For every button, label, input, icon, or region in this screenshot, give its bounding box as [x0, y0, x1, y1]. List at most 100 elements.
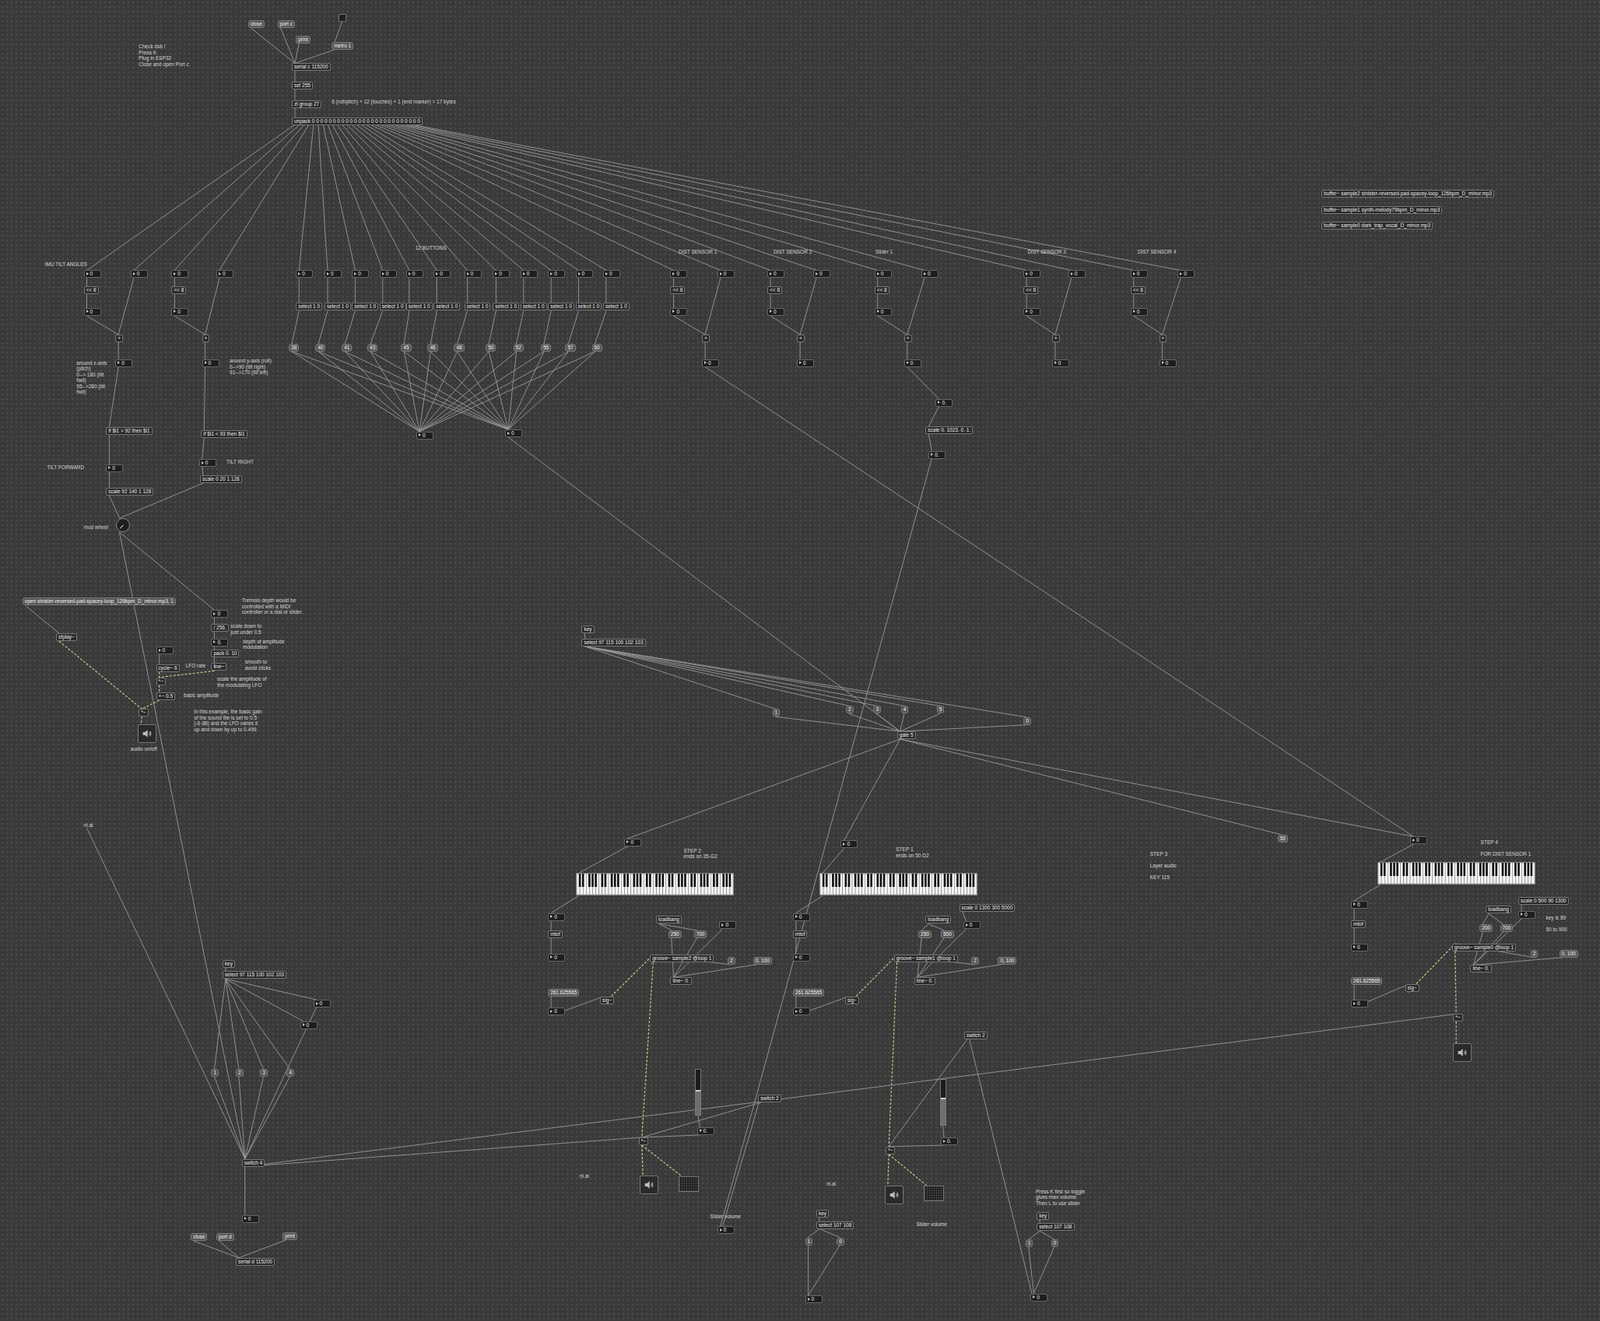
piano-keyboard[interactable] [575, 873, 734, 896]
number-box[interactable]: 0 [295, 270, 313, 278]
message-box[interactable]: close [190, 1233, 208, 1242]
message-box[interactable]: 0 [836, 1238, 845, 1246]
number-box[interactable]: 0 [115, 359, 133, 368]
number-box[interactable]: 0 [433, 270, 451, 278]
message-box[interactable]: 261.625565 [1350, 977, 1383, 986]
number-box[interactable]: 0 [84, 270, 102, 278]
message-box[interactable]: 50 [485, 343, 496, 352]
piano-keys-icon[interactable] [576, 873, 734, 895]
message-box[interactable]: 250 [918, 930, 932, 939]
message-box[interactable]: 52 [513, 343, 524, 352]
number-box[interactable]: 0 [624, 838, 642, 847]
number-box[interactable]: 0 [1130, 308, 1148, 316]
message-box[interactable]: 3 [259, 1069, 268, 1078]
number-box[interactable]: 0 [603, 270, 621, 278]
number-box[interactable]: 0 [1159, 359, 1177, 368]
number-box[interactable]: 0 [921, 270, 939, 278]
number-box[interactable]: 0 [1177, 270, 1195, 278]
number-box[interactable]: 0 [840, 840, 858, 849]
message-box[interactable]: 1 [1025, 1239, 1034, 1248]
number-box[interactable]: 0 [130, 270, 148, 278]
message-box[interactable]: 4 [286, 1069, 295, 1078]
number-box[interactable]: 0 [670, 308, 688, 316]
message-box[interactable]: 250 [668, 930, 682, 939]
message-box[interactable]: 2 [1530, 950, 1539, 958]
number-box[interactable]: 0 [300, 1021, 318, 1030]
message-box[interactable]: 5 [936, 705, 945, 714]
message-box[interactable]: 50 [1277, 835, 1288, 843]
number-box[interactable]: 0 [670, 270, 688, 278]
number-box[interactable]: 0 [156, 646, 174, 655]
number-box[interactable]: 0 [1052, 359, 1070, 368]
number-box[interactable]: 0 [1518, 911, 1536, 920]
number-box[interactable]: 0 [406, 270, 424, 278]
message-box[interactable]: 2 [235, 1069, 244, 1078]
message-box[interactable]: 55 [540, 343, 551, 352]
number-box[interactable]: 0 [105, 464, 123, 473]
number-box[interactable]: 0 [805, 1295, 823, 1304]
piano-keys-icon[interactable] [1378, 863, 1535, 885]
number-box[interactable]: 0 [767, 270, 785, 278]
ezdac-button[interactable] [137, 724, 157, 744]
message-box[interactable]: 700 [694, 930, 708, 939]
number-box[interactable]: 0 [242, 1215, 260, 1224]
ezdac-button[interactable] [1452, 1043, 1472, 1063]
message-box[interactable]: 2 [727, 957, 736, 965]
message-box[interactable]: 0 [1051, 1239, 1060, 1248]
number-box[interactable]: 0 [575, 270, 593, 278]
message-box[interactable]: 40 [315, 343, 326, 352]
message-box[interactable]: 57 [564, 343, 576, 352]
number-box[interactable]: 0 [963, 921, 981, 930]
number-box[interactable]: 0 [416, 431, 434, 440]
number-box[interactable]: 0 [1068, 270, 1086, 278]
message-box[interactable]: 4 [901, 705, 909, 714]
number-box[interactable]: 0 [1350, 943, 1369, 952]
message-box[interactable]: port c [277, 20, 295, 29]
ezdac-button[interactable] [639, 1175, 659, 1195]
message-box[interactable]: 43 [367, 343, 378, 352]
number-box[interactable]: 0. [935, 399, 953, 408]
number-box[interactable]: 0 [813, 270, 831, 278]
number-box[interactable]: 0. [697, 1127, 715, 1136]
number-box[interactable]: 0 [547, 1007, 565, 1016]
message-box[interactable]: 46 [427, 343, 438, 352]
message-box[interactable]: 200 [1479, 924, 1493, 933]
message-box[interactable]: 2 [971, 957, 979, 965]
number-box[interactable]: 0 [492, 270, 510, 278]
number-box[interactable]: 0 [792, 1007, 811, 1016]
number-box[interactable]: 0 [874, 270, 892, 278]
message-box[interactable]: 38 [288, 343, 299, 352]
number-box[interactable]: 0 [1350, 901, 1369, 909]
piano-keys-icon[interactable] [820, 873, 977, 895]
message-box[interactable]: print [282, 1232, 298, 1241]
number-box[interactable]: 0 [719, 921, 737, 930]
message-box[interactable]: 1 [210, 1069, 219, 1078]
message-box[interactable]: 45 [400, 343, 411, 352]
number-box[interactable]: 0 [1023, 308, 1041, 316]
message-box[interactable]: 41 [341, 343, 352, 352]
number-box[interactable]: 0 [1130, 270, 1148, 278]
number-box[interactable]: 0 [351, 270, 369, 278]
number-box[interactable]: 0 [199, 459, 217, 467]
number-box[interactable]: 0 [1023, 270, 1041, 278]
number-box[interactable]: 0 [904, 359, 922, 368]
number-box[interactable]: 0 [547, 270, 565, 278]
number-box[interactable]: 0 [379, 270, 397, 278]
number-box[interactable]: 0 [792, 913, 811, 922]
toggle[interactable] [338, 14, 347, 22]
message-box[interactable]: open sinister-reversed-pad-spacey-loop_1… [22, 597, 176, 606]
number-box[interactable]: 0. [928, 451, 946, 460]
message-box[interactable]: 3 [873, 705, 881, 714]
message-box[interactable]: print [295, 35, 311, 44]
number-box[interactable]: 0 [717, 1226, 735, 1235]
number-box[interactable]: 0 [717, 270, 735, 278]
number-box[interactable]: 0 [547, 954, 565, 962]
message-box[interactable]: 1 [772, 708, 781, 717]
dial[interactable] [115, 518, 130, 533]
message-box[interactable]: 261.625565 [792, 989, 825, 997]
message-box[interactable]: 0, 100 [1559, 950, 1579, 958]
message-box[interactable]: metro 1 [331, 42, 354, 50]
message-box[interactable]: close [248, 20, 265, 29]
piano-keyboard[interactable] [819, 873, 978, 896]
message-box[interactable]: 261.625565 [547, 989, 579, 997]
